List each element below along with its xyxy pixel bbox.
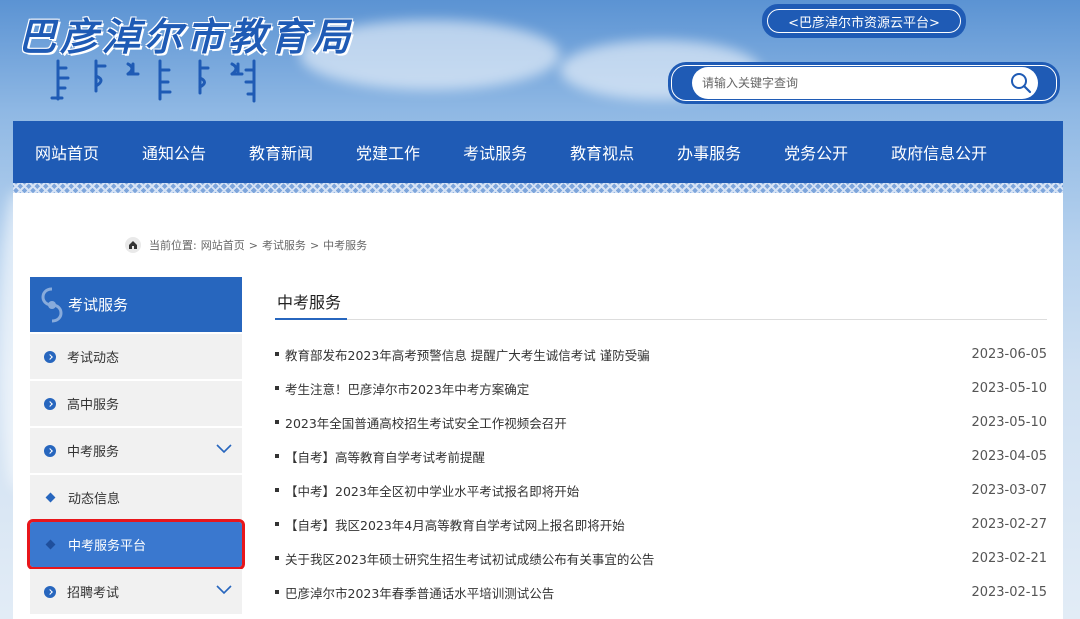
news-title[interactable]: 巴彦淖尔市2023年春季普通话水平培训测试公告 <box>285 583 554 602</box>
arrow-circle-icon <box>44 585 56 598</box>
sidebar-item-label: 高中服务 <box>67 398 120 413</box>
news-title[interactable]: 关于我区2023年硕士研究生招生考试初试成绩公布有关事宜的公告 <box>285 549 654 568</box>
main-navigation: 网站首页 通知公告 教育新闻 党建工作 考试服务 教育视点 办事服务 党务公开 … <box>13 121 1063 193</box>
sidebar-item-zhongkao-services[interactable]: 中考服务 <box>30 428 242 473</box>
arrow-circle-icon <box>44 444 56 457</box>
square-bullet-icon <box>275 556 279 560</box>
list-item: 【自考】我区2023年4月高等教育自学考试网上报名即将开始 2023-02-27 <box>275 507 1047 541</box>
page-title: 中考服务 <box>277 293 342 312</box>
news-date: 2023-06-05 <box>971 346 1047 362</box>
title-accent-bar <box>275 318 347 320</box>
sidebar-heading: 考试服务 <box>30 277 242 332</box>
news-link[interactable]: 教育部发布2023年高考预警信息 提醒广大考生诚信考试 谨防受骗 <box>275 345 650 364</box>
news-link[interactable]: 巴彦淖尔市2023年春季普通话水平培训测试公告 <box>275 583 554 602</box>
arrow-circle-icon <box>44 397 56 410</box>
title-divider <box>275 319 1047 320</box>
news-link[interactable]: 【自考】我区2023年4月高等教育自学考试网上报名即将开始 <box>275 515 625 534</box>
nav-item-exam-services[interactable]: 考试服务 <box>463 140 527 164</box>
nav-item-education-viewpoint[interactable]: 教育视点 <box>570 140 634 164</box>
chevron-down-icon[interactable] <box>216 585 232 595</box>
news-date: 2023-05-10 <box>971 380 1047 396</box>
breadcrumb-separator: > <box>248 238 258 252</box>
nav-item-services[interactable]: 办事服务 <box>677 140 741 164</box>
search-input[interactable] <box>692 76 1004 90</box>
news-list: 教育部发布2023年高考预警信息 提醒广大考生诚信考试 谨防受骗 2023-06… <box>275 337 1047 609</box>
list-item: 关于我区2023年硕士研究生招生考试初试成绩公布有关事宜的公告 2023-02-… <box>275 541 1047 575</box>
news-date: 2023-02-15 <box>971 584 1047 600</box>
news-title[interactable]: 【自考】高等教育自学考试考前提醒 <box>285 447 485 466</box>
sidebar-item-recruitment-exams[interactable]: 招聘考试 <box>30 569 242 614</box>
news-title[interactable]: 2023年全国普通高校招生考试安全工作视频会召开 <box>285 413 567 432</box>
square-bullet-icon <box>275 420 279 424</box>
sidebar-item-high-school-services[interactable]: 高中服务 <box>30 381 242 426</box>
news-title[interactable]: 【自考】我区2023年4月高等教育自学考试网上报名即将开始 <box>285 515 625 534</box>
news-date: 2023-03-07 <box>971 482 1047 498</box>
news-link[interactable]: 【中考】2023年全区初中学业水平考试报名即将开始 <box>275 481 579 500</box>
list-item: 考生注意！巴彦淖尔市2023年中考方案确定 2023-05-10 <box>275 371 1047 405</box>
breadcrumb-prefix: 当前位置: <box>149 239 197 252</box>
sidebar-item-label: 考试动态 <box>67 351 120 366</box>
home-icon <box>125 237 141 253</box>
search-button[interactable] <box>1004 67 1038 99</box>
sidebar-subitem-dynamic-info[interactable]: 动态信息 <box>30 475 242 520</box>
breadcrumb-separator: > <box>309 238 320 252</box>
nav-pattern-border <box>13 183 1063 193</box>
square-bullet-icon <box>275 352 279 356</box>
list-item: 2023年全国普通高校招生考试安全工作视频会召开 2023-05-10 <box>275 405 1047 439</box>
nav-item-notices[interactable]: 通知公告 <box>142 140 206 164</box>
diamond-bullet-icon <box>45 492 56 503</box>
list-item: 【自考】高等教育自学考试考前提醒 2023-04-05 <box>275 439 1047 473</box>
news-title[interactable]: 考生注意！巴彦淖尔市2023年中考方案确定 <box>285 379 529 398</box>
sidebar-heading-label: 考试服务 <box>68 296 129 314</box>
sidebar-item-label: 动态信息 <box>68 492 121 507</box>
sidebar-item-exam-news[interactable]: 考试动态 <box>30 334 242 379</box>
mongolian-script-logo <box>50 59 256 103</box>
square-bullet-icon <box>275 454 279 458</box>
nav-item-party-affairs[interactable]: 党务公开 <box>784 140 848 164</box>
news-link[interactable]: 2023年全国普通高校招生考试安全工作视频会召开 <box>275 413 567 432</box>
search-icon <box>1011 73 1032 94</box>
diamond-bullet-icon <box>45 539 56 550</box>
nav-item-party-building[interactable]: 党建工作 <box>356 140 420 164</box>
list-item: 【中考】2023年全区初中学业水平考试报名即将开始 2023-03-07 <box>275 473 1047 507</box>
square-bullet-icon <box>275 590 279 594</box>
chevron-down-icon[interactable] <box>216 444 232 454</box>
sidebar-item-label: 招聘考试 <box>67 586 120 601</box>
site-title-logo[interactable]: 巴彦淖尔市教育局 <box>18 6 354 61</box>
news-title[interactable]: 教育部发布2023年高考预警信息 提醒广大考生诚信考试 谨防受骗 <box>285 345 650 364</box>
sidebar-item-label: 中考服务 <box>67 445 120 460</box>
news-title[interactable]: 【中考】2023年全区初中学业水平考试报名即将开始 <box>285 481 579 500</box>
sidebar: 考试服务 考试动态 高中服务 中考服务 动态信息 中考服务平台 招聘考试 <box>27 277 245 614</box>
nav-item-government-info[interactable]: 政府信息公开 <box>891 140 987 164</box>
sidebar-ornament-icon <box>41 287 63 323</box>
nav-item-home[interactable]: 网站首页 <box>35 140 99 164</box>
nav-item-education-news[interactable]: 教育新闻 <box>249 140 313 164</box>
list-item: 巴彦淖尔市2023年春季普通话水平培训测试公告 2023-02-15 <box>275 575 1047 609</box>
news-date: 2023-05-10 <box>971 414 1047 430</box>
news-date: 2023-02-27 <box>971 516 1047 532</box>
search-bar <box>668 62 1060 104</box>
resource-cloud-platform-label[interactable]: <巴彦淖尔市资源云平台> <box>788 12 940 31</box>
sidebar-subitem-zhongkao-platform[interactable]: 中考服务平台 <box>27 519 245 570</box>
square-bullet-icon <box>275 522 279 526</box>
square-bullet-icon <box>275 488 279 492</box>
list-item: 教育部发布2023年高考预警信息 提醒广大考生诚信考试 谨防受骗 2023-06… <box>275 337 1047 371</box>
news-link[interactable]: 【自考】高等教育自学考试考前提醒 <box>275 447 485 466</box>
news-link[interactable]: 考生注意！巴彦淖尔市2023年中考方案确定 <box>275 379 529 398</box>
content-panel: 当前位置: 网站首页 > 考试服务 > 中考服务 考试服务 考试动态 高中服务 … <box>13 193 1063 619</box>
resource-cloud-platform-link[interactable]: <巴彦淖尔市资源云平台> <box>762 4 966 38</box>
sidebar-item-label: 中考服务平台 <box>68 539 147 554</box>
square-bullet-icon <box>275 386 279 390</box>
breadcrumb-current[interactable]: 中考服务 <box>323 237 367 253</box>
news-link[interactable]: 关于我区2023年硕士研究生招生考试初试成绩公布有关事宜的公告 <box>275 549 654 568</box>
search-box <box>692 67 1038 99</box>
arrow-circle-icon <box>44 350 56 363</box>
news-date: 2023-04-05 <box>971 448 1047 464</box>
breadcrumb-home[interactable]: 网站首页 <box>201 237 245 253</box>
news-date: 2023-02-21 <box>971 550 1047 566</box>
breadcrumb-exam-services[interactable]: 考试服务 <box>262 237 306 253</box>
breadcrumb: 当前位置: 网站首页 > 考试服务 > 中考服务 <box>125 237 367 253</box>
